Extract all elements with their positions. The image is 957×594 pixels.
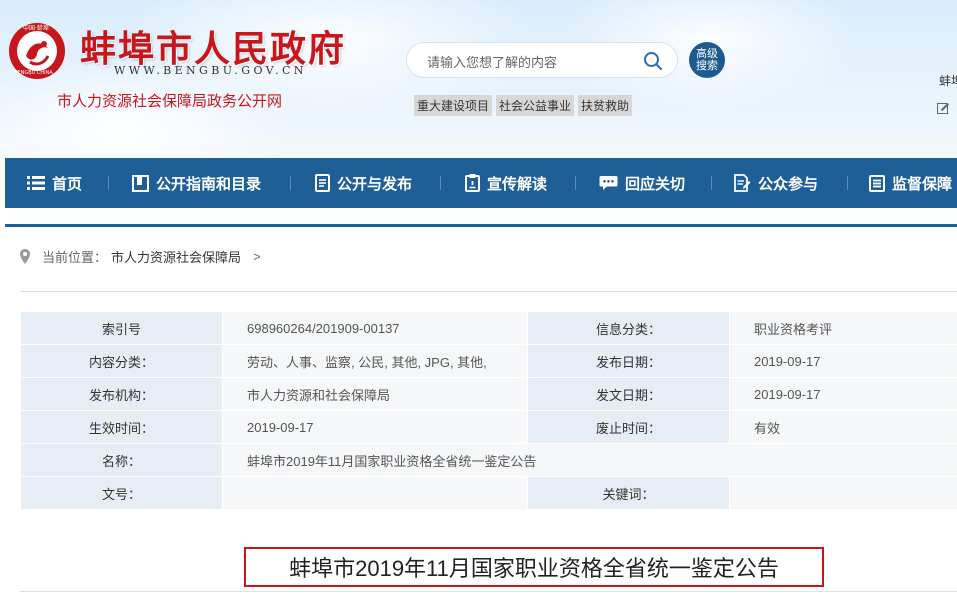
- content-divider: [20, 291, 957, 292]
- nav-item-label: 监督保障: [892, 175, 953, 193]
- bottom-divider: [20, 591, 957, 592]
- nav-item-label: 公开指南和目录: [156, 175, 262, 193]
- breadcrumb-link[interactable]: 市人力资源社会保障局: [111, 247, 241, 266]
- nav-separator: [711, 176, 712, 190]
- table-row: 发布机构： 市人力资源和社会保障局 发文日期： 2019-09-17: [20, 377, 957, 411]
- nav-item-label: 首页: [52, 175, 83, 193]
- hot-tag[interactable]: 社会公益事业: [496, 95, 575, 116]
- info-value: [222, 476, 528, 510]
- hot-tag[interactable]: 重大建设项目: [414, 95, 493, 116]
- table-row: 文号： 关键词：: [20, 476, 957, 510]
- table-row: 内容分类： 劳动、人事、监察, 公民, 其他, JPG, 其他, 发布日期： 2…: [20, 344, 957, 378]
- location-pin-icon: [20, 249, 30, 264]
- info-label: 生效时间：: [20, 410, 223, 444]
- search-input[interactable]: [425, 51, 629, 73]
- site-url: WWW.BENGBU.GOV.CN: [114, 64, 307, 77]
- hot-tags: 重大建设项目 社会公益事业 扶贫救助: [414, 95, 633, 116]
- site-subtitle[interactable]: 市人力资源社会保障局政务公开网: [57, 90, 282, 111]
- info-label: 关键词：: [527, 476, 730, 510]
- nav-item-response[interactable]: 回应关切: [599, 158, 685, 208]
- search-box: [406, 42, 678, 78]
- info-value: 698960264/201909-00137: [222, 311, 528, 345]
- info-value: 2019-09-17: [729, 344, 957, 378]
- nav-item-interpretation[interactable]: 宣传解读: [465, 158, 547, 208]
- info-value: 劳动、人事、监察, 公民, 其他, JPG, 其他,: [222, 344, 528, 378]
- nav-separator: [290, 176, 291, 190]
- clipboard-icon: [465, 174, 480, 192]
- table-row: 名称： 蚌埠市2019年11月国家职业资格全省统一鉴定公告: [20, 443, 957, 477]
- nav-item-home[interactable]: 首页: [27, 158, 82, 208]
- info-label: 内容分类：: [20, 344, 223, 378]
- nav-separator: [847, 176, 848, 190]
- book-icon: [132, 174, 149, 192]
- nav-item-supervision[interactable]: 监督保障: [869, 158, 952, 208]
- list-box-icon: [869, 174, 885, 192]
- info-label: 废止时间：: [527, 410, 730, 444]
- breadcrumb: 当前位置： 市人力资源社会保障局 >: [20, 247, 261, 266]
- info-value: 职业资格考评: [729, 311, 957, 345]
- emblem-text-bottom: BENGBU CHINA: [14, 70, 53, 76]
- document-icon: [315, 174, 330, 192]
- list-icon: [27, 176, 45, 190]
- nav-item-publish[interactable]: 公开与发布: [315, 158, 412, 208]
- info-value: 市人力资源和社会保障局: [222, 377, 528, 411]
- info-label: 信息分类：: [527, 311, 730, 345]
- info-label: 文号：: [20, 476, 223, 510]
- nav-item-label: 宣传解读: [487, 175, 548, 193]
- search-icon[interactable]: [643, 51, 663, 71]
- info-label: 发布日期：: [527, 344, 730, 378]
- nav-separator: [440, 176, 441, 190]
- info-value: 蚌埠市2019年11月国家职业资格全省统一鉴定公告: [222, 443, 957, 477]
- table-row: 生效时间： 2019-09-17 废止时间： 有效: [20, 410, 957, 444]
- info-label: 发文日期：: [527, 377, 730, 411]
- breadcrumb-separator: >: [253, 249, 261, 264]
- info-label: 索引号: [20, 311, 223, 345]
- table-row: 索引号 698960264/201909-00137 信息分类： 职业资格考评: [20, 311, 957, 345]
- nav-item-label: 公开与发布: [337, 175, 413, 193]
- edit-icon[interactable]: [937, 102, 950, 115]
- nav-bottom-line: [5, 224, 957, 227]
- info-value: [729, 476, 957, 510]
- chat-icon: [599, 176, 618, 190]
- nav-separator: [575, 176, 576, 190]
- emblem-text-top: 中国·蚌埠: [23, 25, 49, 32]
- edit-doc-icon: [734, 174, 751, 192]
- info-value: 2019-09-17: [222, 410, 528, 444]
- breadcrumb-prefix: 当前位置：: [42, 250, 108, 265]
- info-label: 发布机构：: [20, 377, 223, 411]
- document-info-table: 索引号 698960264/201909-00137 信息分类： 职业资格考评 …: [20, 311, 957, 510]
- site-header: 中国·蚌埠 BENGBU CHINA 蚌埠市人民政府 WWW.BENGBU.GO…: [0, 0, 957, 158]
- nav-item-label: 公众参与: [758, 175, 819, 193]
- advanced-search-button[interactable]: 高级 搜索: [689, 42, 725, 78]
- info-value: 2019-09-17: [729, 377, 957, 411]
- header-right-text[interactable]: 蚌埠: [939, 72, 957, 89]
- nav-item-guide[interactable]: 公开指南和目录: [132, 158, 261, 208]
- info-value: 有效: [729, 410, 957, 444]
- nav-item-label: 回应关切: [625, 175, 686, 193]
- article-title: 蚌埠市2019年11月国家职业资格全省统一鉴定公告: [244, 547, 824, 587]
- nav-item-participation[interactable]: 公众参与: [734, 158, 818, 208]
- hot-tag[interactable]: 扶贫救助: [578, 95, 633, 116]
- main-nav: 首页 公开指南和目录 公开与发布 宣传解读 回应关切 公众参与 监督保障: [5, 158, 957, 208]
- nav-separator: [108, 176, 109, 190]
- info-label: 名称：: [20, 443, 223, 477]
